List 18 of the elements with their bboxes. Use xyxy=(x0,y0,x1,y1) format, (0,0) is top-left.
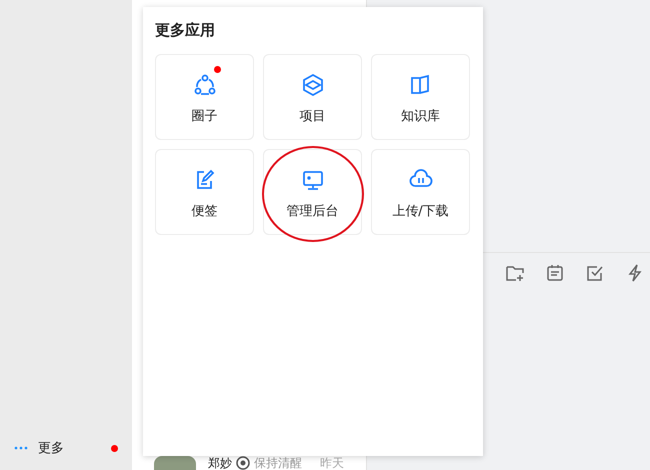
monitor-icon xyxy=(300,168,324,192)
app-tile[interactable]: 知识库 xyxy=(371,54,470,140)
status-icon xyxy=(236,456,250,470)
more-dots-icon xyxy=(14,446,28,450)
people-circle-icon xyxy=(192,73,216,97)
app-tile[interactable]: 圈子 xyxy=(155,54,254,140)
conversation-item[interactable]: 郑妙 保持清醒 昨天 xyxy=(132,456,366,470)
calendar-icon[interactable] xyxy=(545,263,565,283)
more-menu-item[interactable]: 更多 xyxy=(0,438,132,458)
app-tile[interactable]: 管理后台 xyxy=(263,149,362,235)
app-tile[interactable]: 上传/下载 xyxy=(371,149,470,235)
panel-title: 更多应用 xyxy=(155,21,216,40)
contact-name: 郑妙 xyxy=(208,456,232,470)
hexagon-icon xyxy=(300,73,324,97)
app-tile[interactable]: 便签 xyxy=(155,149,254,235)
message-time: 昨天 xyxy=(320,456,344,470)
app-tile[interactable]: 项目 xyxy=(263,54,362,140)
status-text: 保持清醒 xyxy=(254,456,302,470)
